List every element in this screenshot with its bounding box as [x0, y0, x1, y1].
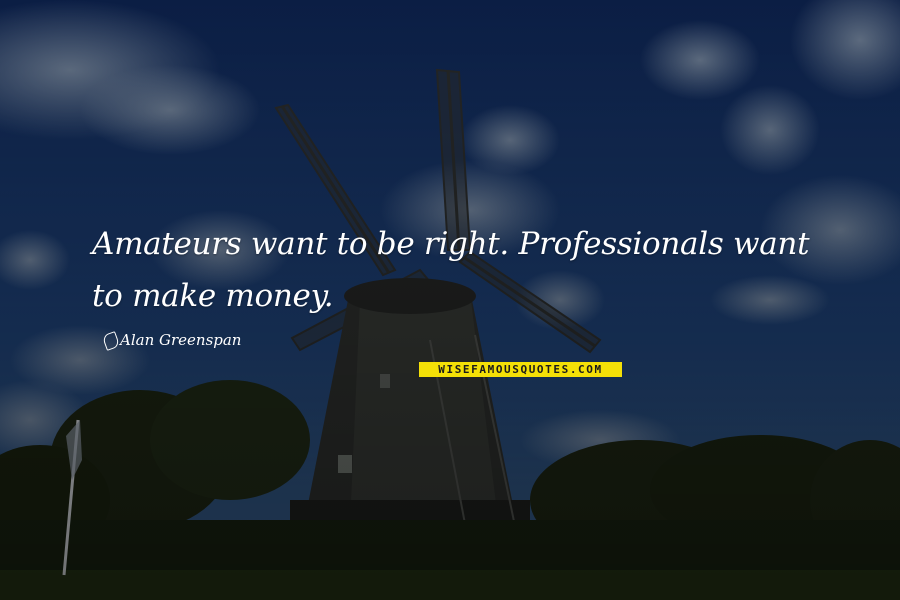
quote-author: Alan Greenspan — [120, 331, 242, 349]
watermark-text: WISEFAMOUSQUOTES.COM — [438, 363, 603, 376]
quote-text: Amateurs want to be right. Professionals… — [92, 226, 810, 314]
watermark-badge[interactable]: WISEFAMOUSQUOTES.COM — [419, 362, 622, 377]
